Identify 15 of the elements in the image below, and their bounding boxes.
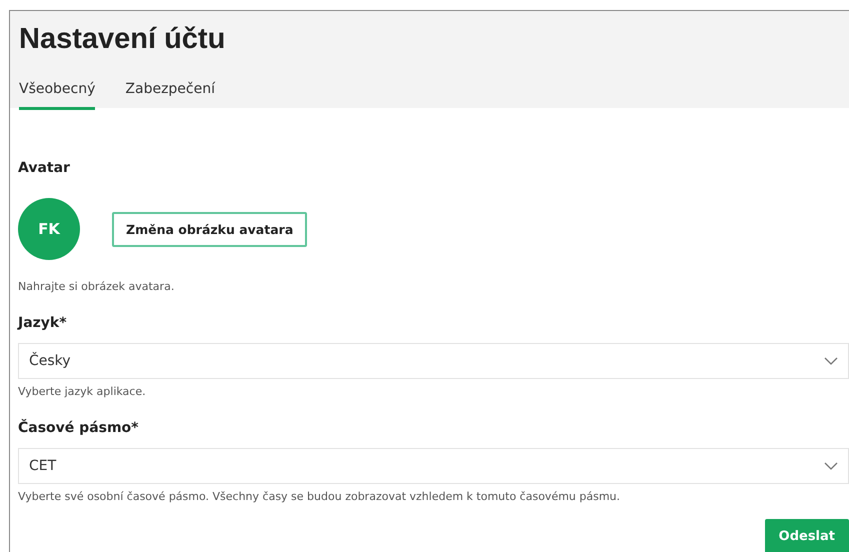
chevron-down-icon	[824, 357, 838, 365]
avatar-label: Avatar	[18, 160, 71, 176]
avatar: FK	[18, 198, 80, 260]
hint-text: Vyberte své osobní časové pásmo. Všechny časy se budou zobrazovat vzhledem k tomuto časovému pásmu.	[18, 490, 622, 503]
field-label: Jazyk*	[18, 315, 68, 331]
field-label: Časové pásmo*	[18, 420, 140, 436]
tab[interactable]: Všeobecný	[19, 73, 96, 110]
select-field[interactable]: CET	[18, 448, 849, 484]
tab[interactable]: Zabezpečení	[125, 73, 215, 110]
chevron-down-icon	[824, 462, 838, 470]
hint-text: Vyberte jazyk aplikace.	[18, 385, 147, 398]
page-title: Nastavení účtu	[19, 22, 226, 57]
hint-text: Nahrajte si obrázek avatara.	[18, 280, 176, 293]
select-field[interactable]: Česky	[18, 343, 849, 379]
change-avatar-button[interactable]: Změna obrázku avatara	[112, 212, 308, 246]
